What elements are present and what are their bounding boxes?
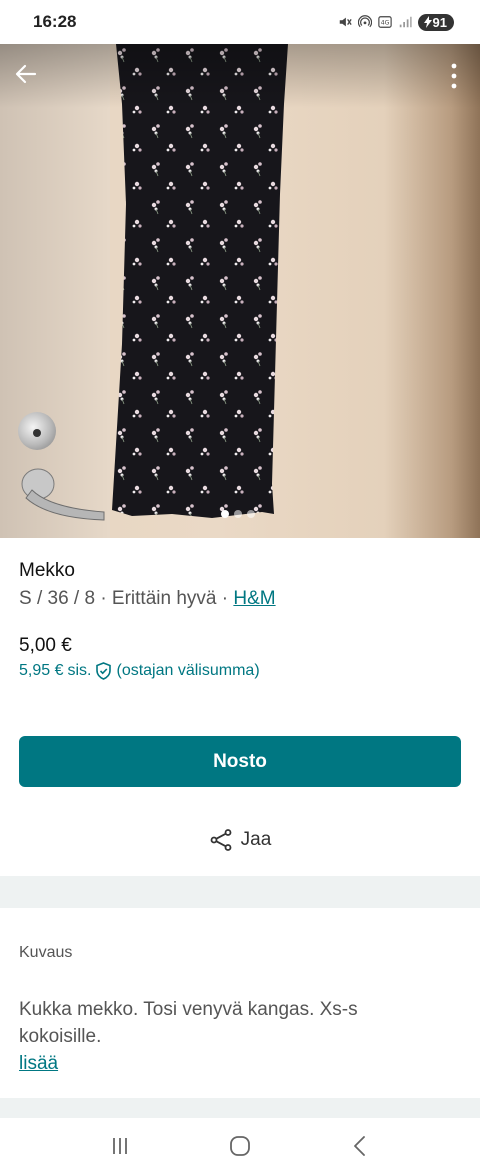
section-divider: [0, 1098, 480, 1118]
mute-icon: [339, 17, 352, 27]
status-time: 16:28: [33, 12, 77, 31]
item-title: Mekko: [19, 560, 75, 581]
door-handle: [21, 468, 105, 521]
recent-apps-button[interactable]: [98, 1124, 142, 1168]
home-icon: [230, 1135, 250, 1156]
carousel-dot[interactable]: [221, 510, 229, 518]
signal-icon: [399, 16, 412, 28]
item-price: 5,00 €: [19, 635, 72, 656]
system-nav-bar: [0, 1118, 480, 1173]
more-options-button[interactable]: [440, 60, 468, 92]
read-more-link[interactable]: lisää: [19, 1053, 58, 1075]
photo-door: [0, 44, 110, 538]
dress-image: [112, 44, 288, 518]
price-with-protection[interactable]: 5,95 € sis. (ostajan välisumma): [19, 662, 260, 680]
carousel-dot[interactable]: [247, 510, 255, 518]
charging-bolt-icon: [423, 16, 432, 28]
status-icons: 4G 91: [338, 13, 454, 31]
bump-button[interactable]: Nosto: [19, 736, 461, 787]
description-text: Kukka mekko. Tosi venyvä kangas. Xs-s ko…: [19, 999, 358, 1047]
battery-level: 91: [432, 14, 447, 30]
price-incl-sis: sis.: [67, 662, 92, 679]
section-divider: [0, 876, 480, 908]
item-photo-carousel[interactable]: [0, 44, 480, 538]
back-chevron-icon: [354, 1135, 365, 1156]
more-vert-icon: [451, 63, 457, 89]
shield-check-icon: [96, 662, 112, 680]
volte-icon: 4G: [377, 16, 392, 28]
price-incl-amount: 5,95 €: [19, 662, 64, 679]
battery-indicator: 91: [417, 13, 454, 31]
photo-top-overlay: [0, 44, 480, 108]
back-nav-button[interactable]: [338, 1124, 382, 1168]
brand-link[interactable]: H&M: [233, 588, 275, 609]
recent-apps-icon: [113, 1137, 127, 1154]
share-label: Jaa: [240, 829, 272, 850]
carousel-dot[interactable]: [234, 510, 242, 518]
hotspot-icon: [357, 15, 372, 28]
item-details-text: S / 36 / 8 · Erittäin hyvä ·: [19, 588, 234, 609]
home-button[interactable]: [218, 1124, 262, 1168]
share-button[interactable]: Jaa: [0, 820, 480, 860]
back-button[interactable]: [12, 60, 40, 88]
status-bar: 16:28 4G 91: [0, 0, 480, 44]
price-incl-note: (ostajan välisumma): [116, 662, 260, 679]
back-arrow-icon: [15, 64, 37, 84]
share-icon: [210, 829, 232, 851]
item-details: S / 36 / 8 · Erittäin hyvä · H&M: [19, 588, 276, 610]
svg-text:4G: 4G: [380, 20, 389, 27]
carousel-indicator: [221, 510, 255, 518]
description-heading: Kuvaus: [19, 944, 73, 961]
door-knob: [18, 412, 56, 450]
